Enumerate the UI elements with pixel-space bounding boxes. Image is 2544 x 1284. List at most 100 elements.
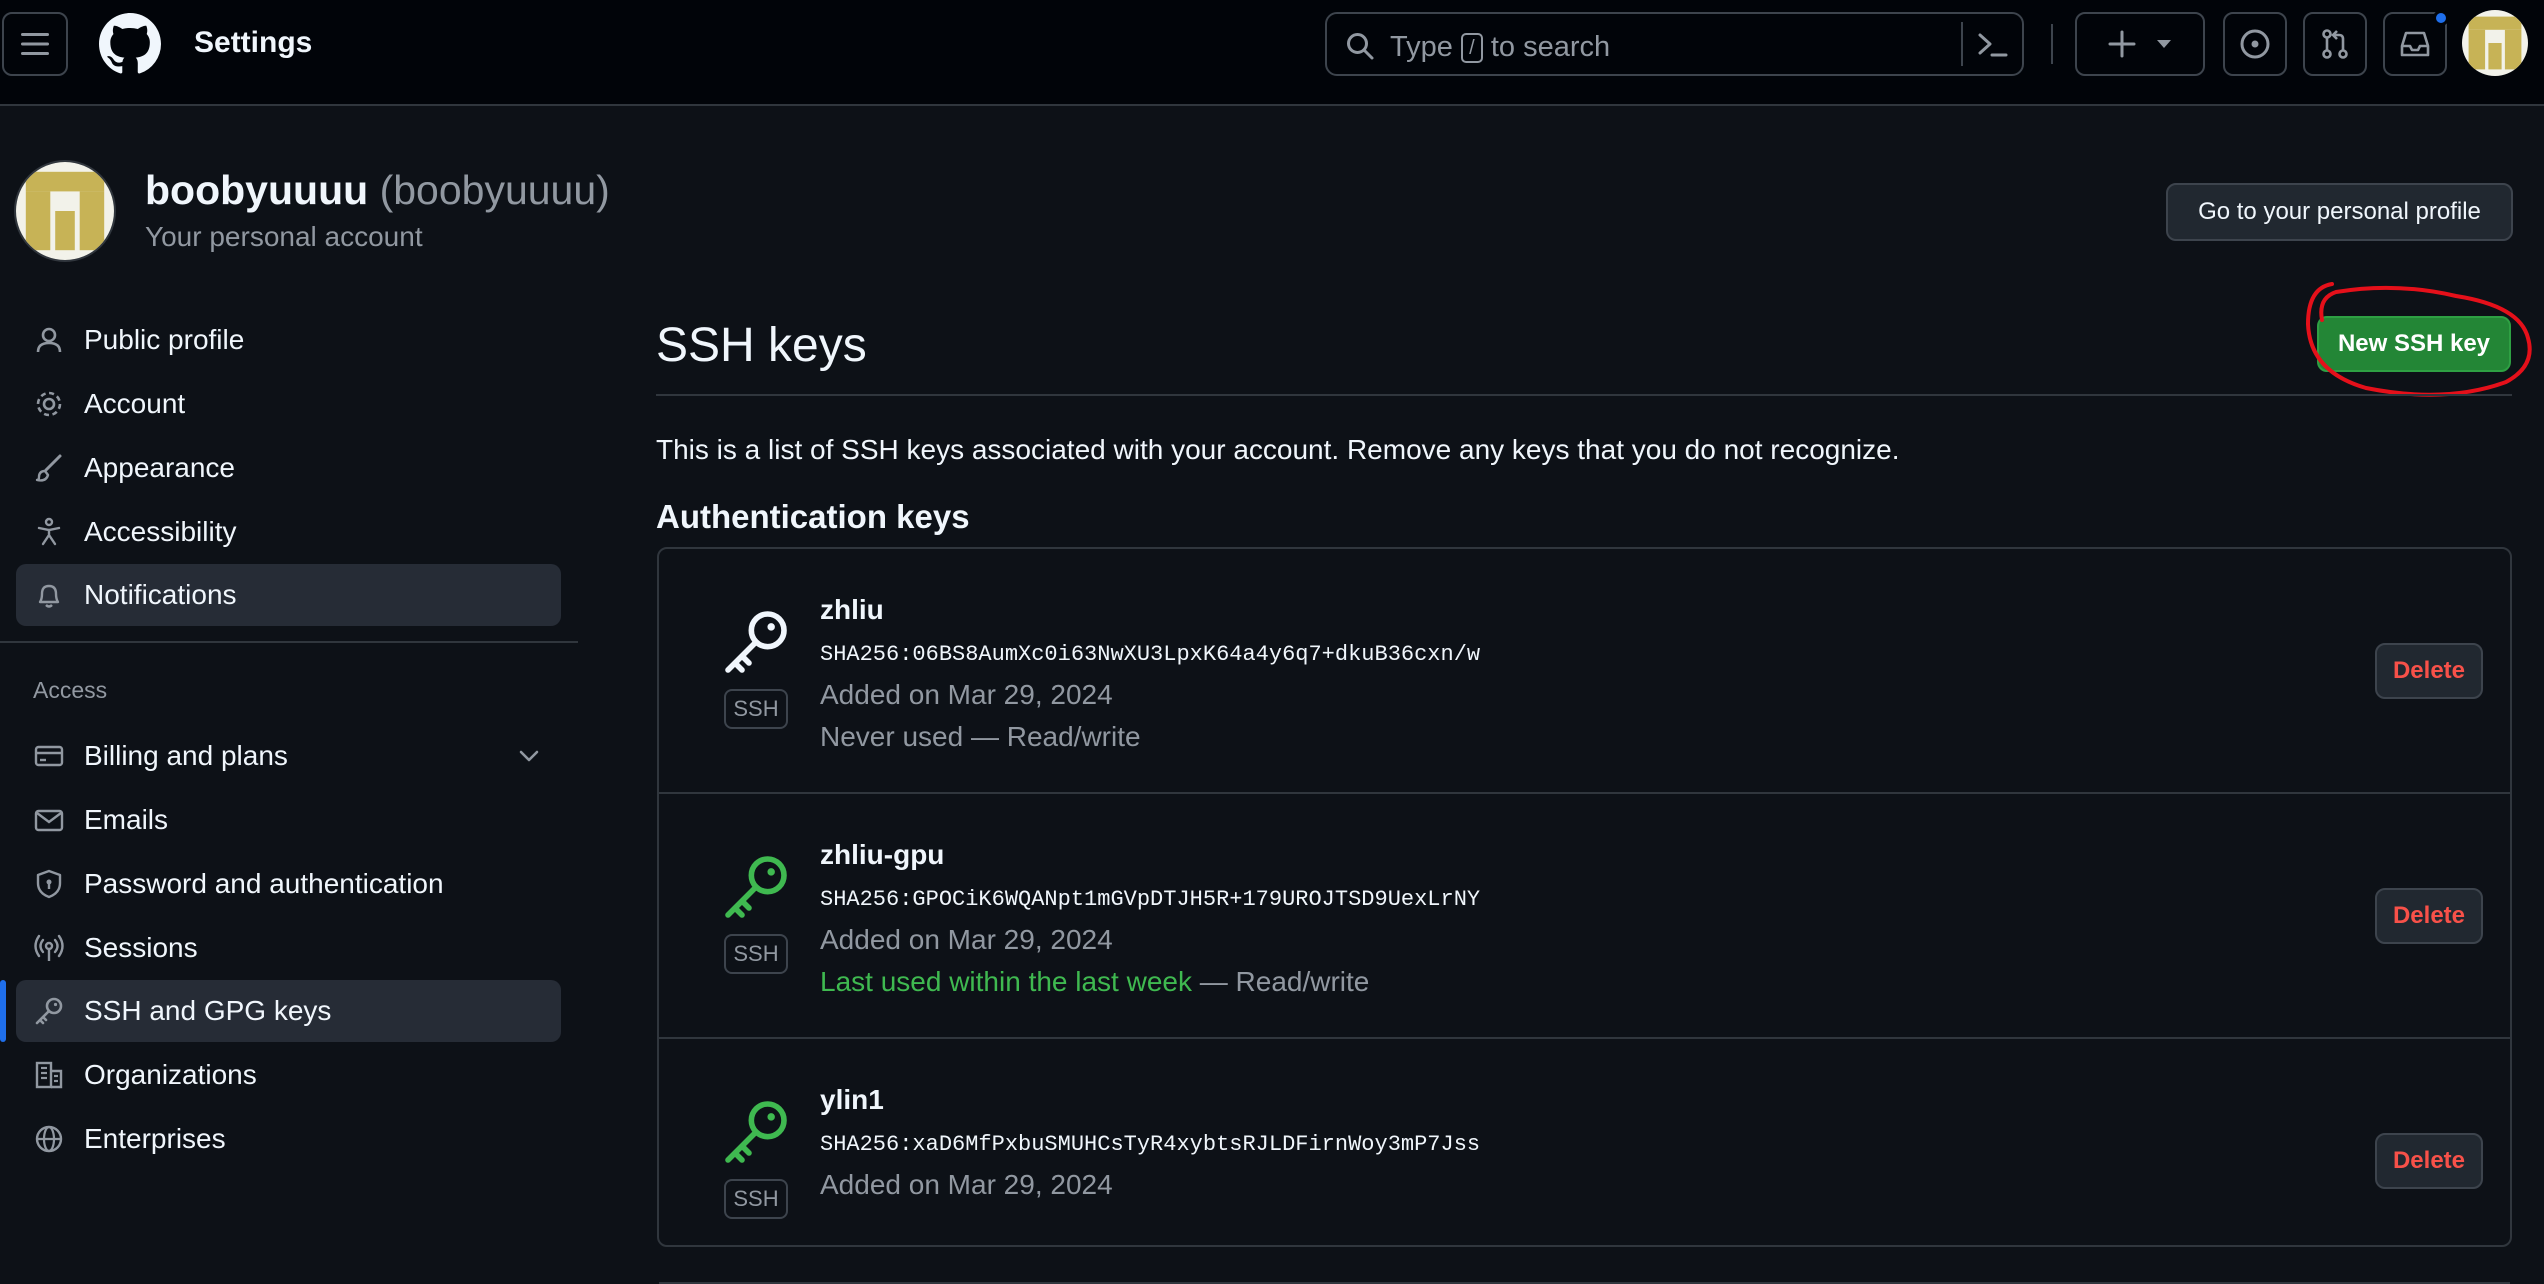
sidebar-item-emails[interactable]: Emails [16, 789, 561, 851]
sidebar-item-ssh-gpg-keys[interactable]: SSH and GPG keys [16, 980, 561, 1042]
sidebar-item-organizations[interactable]: Organizations [16, 1044, 561, 1106]
delete-key-button[interactable]: Delete [2375, 643, 2483, 699]
key-usage: Last used within the last week — Read/wr… [820, 966, 1369, 998]
shield-lock-icon [32, 867, 66, 901]
new-ssh-key-button[interactable]: New SSH key [2317, 316, 2511, 372]
key-icon [725, 611, 787, 673]
key-icon [725, 1101, 787, 1163]
intro-text: This is a list of SSH keys associated wi… [656, 434, 1900, 465]
sidebar-item-label: Billing and plans [84, 740, 288, 771]
ssh-key-row: SSH ylin1 SHA256:xaD6MfPxbuSMUHCsTyR4xyb… [659, 1039, 2510, 1284]
key-last-used: Last used within the last week [820, 966, 1192, 997]
inbox-icon [2400, 31, 2430, 57]
sidebar-item-label: Sessions [84, 932, 198, 963]
ssh-keys-list: SSH zhliu SHA256:06BS8AumXc0i63NwXU3LpxK… [657, 547, 2512, 1284]
account-avatar [14, 160, 116, 262]
sidebar-item-label: Notifications [84, 579, 237, 610]
chevron-down-icon [2157, 40, 2171, 48]
authentication-keys-heading: Authentication keys [656, 498, 970, 535]
key-title: ylin1 [820, 1084, 884, 1115]
sidebar-item-enterprises[interactable]: Enterprises [16, 1108, 561, 1170]
top-header: Settings Type / to search [0, 0, 2544, 106]
paintbrush-icon [32, 451, 66, 485]
sidebar-item-billing[interactable]: Billing and plans [16, 725, 561, 787]
key-added-date: Added on Mar 29, 2024 [820, 1169, 1113, 1200]
key-type-badge: SSH [724, 689, 788, 729]
sidebar-section-heading: Access [33, 677, 108, 703]
key-fingerprint: SHA256:GPOCiK6WQANpt1mGVpDTJH5R+179UROJT… [820, 887, 1481, 912]
account-display-name: boobyuuuu [145, 167, 369, 213]
ssh-key-row: SSH zhliu-gpu SHA256:GPOCiK6WQANpt1mGVpD… [659, 794, 2510, 1039]
key-icon [32, 994, 66, 1028]
page-context-title: Settings [194, 26, 313, 59]
search-divider [1961, 22, 1963, 66]
github-logo[interactable] [97, 13, 163, 75]
plus-icon [2108, 30, 2136, 58]
sidebar-divider [0, 641, 578, 643]
sidebar-item-appearance[interactable]: Appearance [16, 437, 561, 499]
sidebar-item-label: Emails [84, 804, 169, 835]
broadcast-icon [32, 931, 66, 965]
page-title: SSH keys [656, 319, 867, 372]
command-palette-icon[interactable] [1977, 30, 2009, 60]
key-access: — Read/write [1199, 966, 1370, 997]
menu-button[interactable] [2, 12, 68, 76]
key-added-date: Added on Mar 29, 2024 [820, 679, 1113, 710]
account-subtitle: Your personal account [145, 221, 423, 252]
accessibility-icon [32, 515, 66, 549]
sidebar-item-accessibility[interactable]: Accessibility [16, 501, 561, 563]
bell-icon [32, 578, 66, 612]
mail-icon [32, 803, 66, 837]
globe-icon [32, 1122, 66, 1156]
search-prefix: Type [1390, 31, 1453, 63]
organization-icon [32, 1058, 66, 1092]
search-shortcut-key: / [1460, 32, 1483, 63]
header-separator [2051, 24, 2053, 64]
sidebar-item-notifications[interactable]: Notifications [16, 564, 561, 626]
notification-dot [2433, 10, 2449, 26]
key-type-badge: SSH [724, 934, 788, 974]
account-name: boobyuuuu (boobyuuuu) [145, 167, 610, 214]
pull-requests-button[interactable] [2303, 12, 2367, 76]
sidebar-item-password-auth[interactable]: Password and authentication [16, 853, 561, 915]
key-title: zhliu [820, 594, 884, 625]
credit-card-icon [32, 739, 66, 773]
key-title: zhliu-gpu [820, 839, 945, 870]
search-placeholder: Type / to search [1390, 31, 1610, 64]
delete-key-button[interactable]: Delete [2375, 1133, 2483, 1189]
sidebar-item-label: Enterprises [84, 1123, 226, 1154]
key-access: — Read/write [970, 721, 1141, 752]
ssh-key-row: SSH zhliu SHA256:06BS8AumXc0i63NwXU3LpxK… [659, 549, 2510, 794]
sidebar-item-account[interactable]: Account [16, 373, 561, 435]
title-divider [656, 394, 2512, 396]
search-suffix: to search [1490, 31, 1611, 63]
key-icon [725, 856, 787, 918]
account-login: (boobyuuuu) [379, 167, 610, 213]
key-last-used: Never used [820, 721, 964, 752]
search-icon [1347, 33, 1374, 60]
gear-icon [32, 387, 66, 421]
key-fingerprint: SHA256:xaD6MfPxbuSMUHCsTyR4xybtsRJLDFirn… [820, 1132, 1481, 1157]
go-to-profile-button[interactable]: Go to your personal profile [2166, 183, 2513, 241]
sidebar-item-label: Organizations [84, 1059, 257, 1090]
person-icon [32, 323, 66, 357]
pull-request-icon [2322, 29, 2348, 59]
user-avatar[interactable] [2462, 10, 2528, 76]
issues-button[interactable] [2223, 12, 2287, 76]
selected-indicator [0, 980, 6, 1042]
create-new-button[interactable] [2075, 12, 2205, 76]
sidebar-item-label: SSH and GPG keys [84, 995, 332, 1026]
key-type-badge: SSH [724, 1179, 788, 1219]
chevron-down-icon[interactable] [517, 744, 541, 768]
issues-icon [2240, 29, 2270, 59]
delete-key-button[interactable]: Delete [2375, 888, 2483, 944]
key-fingerprint: SHA256:06BS8AumXc0i63NwXU3LpxK64a4y6q7+d… [820, 642, 1481, 667]
sidebar-item-label: Password and authentication [84, 868, 444, 899]
menu-icon [21, 33, 49, 55]
sidebar-item-label: Public profile [84, 324, 245, 355]
sidebar-item-sessions[interactable]: Sessions [16, 917, 561, 979]
key-added-date: Added on Mar 29, 2024 [820, 924, 1113, 955]
search-input[interactable]: Type / to search [1325, 12, 2024, 76]
sidebar-item-public-profile[interactable]: Public profile [16, 309, 561, 371]
key-usage: Never used — Read/write [820, 721, 1141, 753]
